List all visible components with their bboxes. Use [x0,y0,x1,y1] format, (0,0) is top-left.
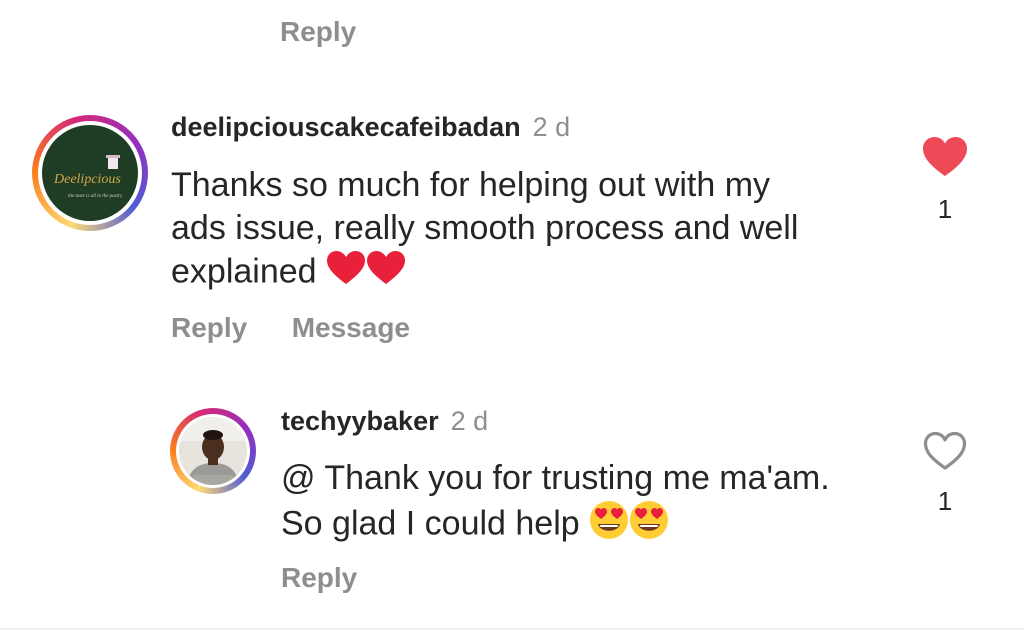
reply-reply-button[interactable]: Reply [281,562,357,594]
reply-username[interactable]: techyybaker [281,406,439,436]
heart-eyes-emoji-icon [629,500,669,551]
logo-text: Deelipcious [53,172,121,187]
message-button[interactable]: Message [292,312,410,343]
reply-header: techyybaker 2 d [281,406,488,437]
reply-line-1: @ Thank you for trusting me ma'am. [281,459,830,497]
divider [0,628,1024,630]
comment-header: deelipciouscakecafeibadan 2 d [171,112,570,143]
red-heart-emoji-icon [366,250,406,297]
comment-body: Thanks so much for helping out with my a… [171,164,891,297]
comment-actions: Reply Message [171,312,410,344]
comment-time: 2 d [532,112,571,142]
reply-like-button[interactable] [923,431,967,476]
comment-line-3: explained [171,252,317,291]
comment-line-2: ads issue, really smooth process and wel… [171,209,799,247]
reply-button-previous[interactable]: Reply [280,16,356,48]
shop-logo-image: Deelipcious the taste is all in the past… [42,125,138,221]
avatar[interactable]: Deelipcious the taste is all in the past… [32,115,148,231]
comment-line-1: Thanks so much for helping out with my [171,166,771,204]
user-photo-image [179,417,247,485]
user-photo-avatar [179,417,247,485]
reply-line-2: So glad I could help [281,504,580,543]
like-count: 1 [937,194,953,224]
comment-username[interactable]: deelipciouscakecafeibadan [171,112,521,142]
reply-line-2-wrap: So glad I could help [281,500,901,551]
shop-logo-avatar: Deelipcious the taste is all in the past… [42,125,138,221]
logo-tagline: the taste is all in the pastry [68,194,123,199]
reply-time: 2 d [450,406,489,436]
comment-line-3-wrap: explained [171,250,891,297]
reply-body: @ Thank you for trusting me ma'am. So gl… [281,457,901,551]
heart-eyes-emoji-icon [589,500,629,551]
reply-avatar[interactable] [170,408,256,494]
reply-button[interactable]: Reply [171,312,247,343]
reply-like-count: 1 [937,486,953,516]
red-heart-emoji-icon [326,250,366,297]
heart-filled-icon [923,137,967,176]
heart-outline-icon [923,431,967,470]
like-button[interactable] [922,136,968,183]
